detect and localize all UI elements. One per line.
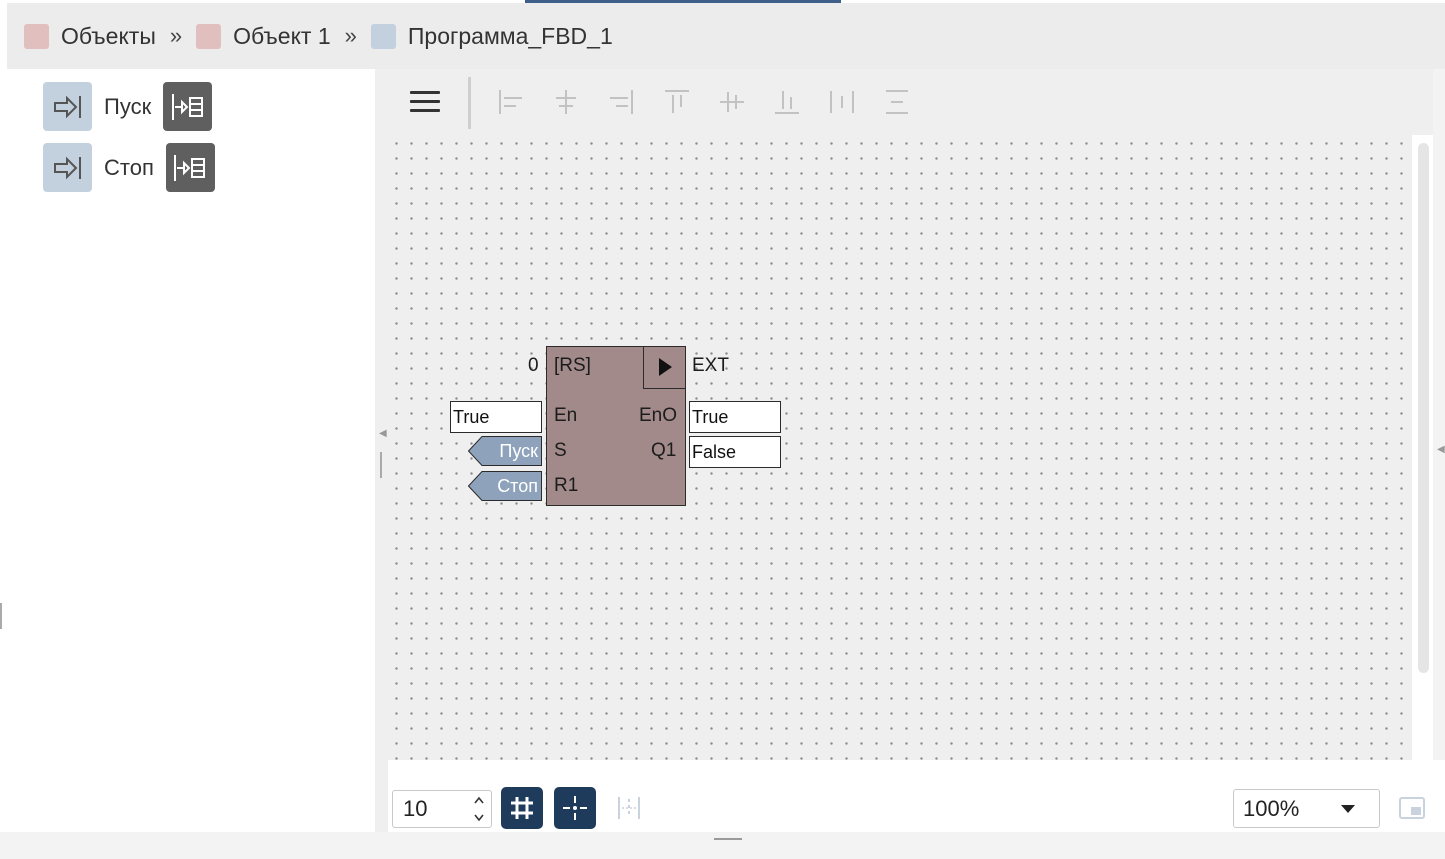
input-arrow-icon[interactable] — [43, 82, 92, 131]
minimap-icon[interactable] — [1399, 797, 1425, 819]
guides-icon[interactable] — [616, 794, 642, 822]
tag-label: Стоп — [497, 476, 538, 496]
q1-value-box[interactable]: False — [689, 436, 781, 468]
insert-block-icon[interactable] — [163, 82, 213, 131]
snap-icon — [563, 796, 587, 820]
panel-splitter[interactable] — [375, 69, 388, 832]
stepper-arrows-icon[interactable] — [473, 794, 485, 824]
chevron-down-icon — [1341, 805, 1355, 813]
en-value-box[interactable]: True — [450, 401, 542, 433]
hamburger-icon[interactable] — [410, 91, 440, 113]
object-color-icon — [196, 23, 222, 49]
input-pin-en[interactable]: En — [554, 405, 577, 427]
breadcrumb-item-object-1[interactable]: Объект 1 — [196, 23, 331, 50]
zoom-value: 100% — [1243, 796, 1300, 821]
scrollbar-thumb[interactable] — [1418, 143, 1429, 673]
breadcrumb: Объекты » Объект 1 » Программа_FBD_1 — [7, 3, 1445, 69]
variable-label: Стоп — [104, 154, 154, 180]
toolbar-separator — [468, 77, 471, 129]
collapse-right-icon[interactable]: ◀ — [1437, 444, 1445, 455]
breadcrumb-label: Объекты — [61, 22, 156, 49]
variable-item-pusk[interactable]: Пуск — [43, 82, 213, 131]
align-right-icon[interactable] — [606, 87, 636, 117]
output-pin-eno[interactable]: EnO — [639, 405, 677, 427]
run-icon[interactable] — [643, 346, 686, 389]
variable-tag-pusk[interactable]: Пуск — [468, 436, 542, 466]
block-ext-label: EXT — [692, 355, 729, 376]
input-pin-s[interactable]: S — [554, 440, 567, 462]
align-top-icon[interactable] — [662, 87, 692, 117]
align-center-vertical-icon[interactable] — [717, 87, 747, 117]
breadcrumb-item-program[interactable]: Программа_FBD_1 — [370, 22, 613, 50]
variable-label: Пуск — [104, 93, 152, 119]
grid-toggle-button[interactable] — [501, 787, 543, 829]
bottom-panel-splitter[interactable] — [0, 832, 1445, 859]
breadcrumb-item-objects[interactable]: Объекты — [24, 23, 156, 50]
zoom-select[interactable]: 100% — [1233, 789, 1380, 828]
collapse-left-icon[interactable]: ◀ — [379, 428, 387, 439]
distribute-vertical-icon[interactable] — [882, 87, 912, 117]
block-index: 0 — [528, 355, 539, 376]
variable-item-stop[interactable]: Стоп — [43, 143, 215, 192]
splitter-handle[interactable] — [714, 838, 742, 840]
distribute-horizontal-icon[interactable] — [827, 87, 857, 117]
grid-icon — [511, 797, 533, 819]
breadcrumb-separator: » — [344, 23, 357, 48]
editor-toolbar — [388, 69, 1445, 135]
breadcrumb-label: Программа_FBD_1 — [407, 22, 613, 49]
block-type: [RS] — [554, 355, 591, 376]
align-left-icon[interactable] — [496, 87, 526, 117]
input-pin-r1[interactable]: R1 — [554, 475, 578, 497]
grid-step-value[interactable]: 10 — [403, 796, 427, 822]
variable-tag-stop[interactable]: Стоп — [468, 471, 542, 501]
output-pin-q1[interactable]: Q1 — [651, 440, 676, 462]
insert-block-icon[interactable] — [165, 143, 215, 192]
breadcrumb-label: Объект 1 — [233, 22, 331, 49]
program-color-icon — [370, 23, 396, 49]
tag-label: Пуск — [499, 441, 538, 461]
splitter-handle[interactable] — [380, 452, 382, 478]
edge-handle[interactable] — [0, 603, 2, 629]
snap-toggle-button[interactable] — [554, 787, 596, 829]
align-center-horizontal-icon[interactable] — [551, 87, 581, 117]
breadcrumb-separator: » — [169, 23, 183, 48]
object-color-icon — [24, 23, 49, 49]
grid-step-stepper[interactable]: 10 — [392, 790, 492, 828]
eno-value-box[interactable]: True — [689, 401, 781, 433]
input-arrow-icon[interactable] — [43, 143, 92, 192]
align-bottom-icon[interactable] — [772, 87, 802, 117]
